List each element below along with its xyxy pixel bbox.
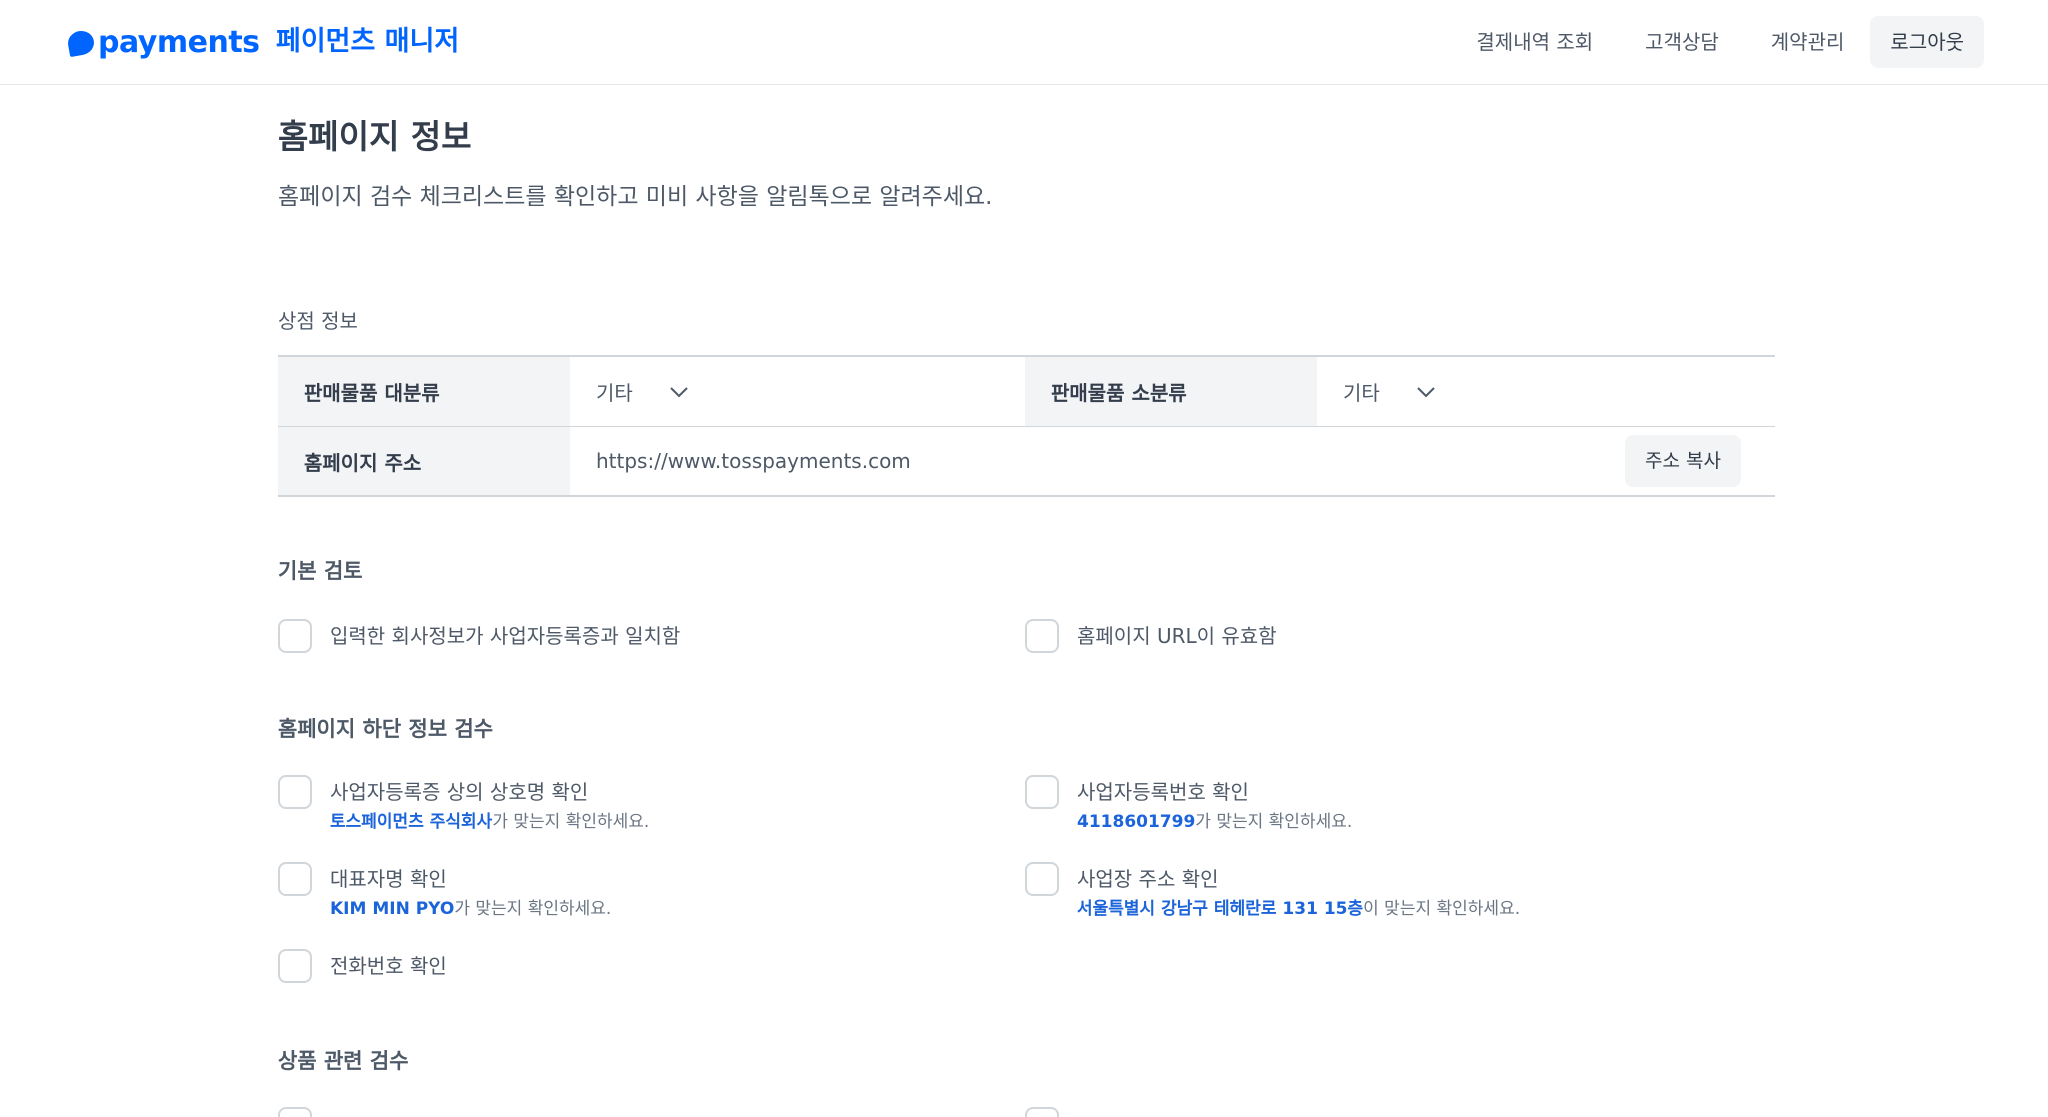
- hint-suffix: 가 맞는지 확인하세요.: [492, 812, 650, 832]
- info-row-homepage: 홈페이지 주소 https://www.tosspayments.com 주소 …: [278, 427, 1775, 497]
- basic-review-heading: 기본 검토: [278, 559, 363, 583]
- copy-address-button[interactable]: 주소 복사: [1625, 435, 1741, 487]
- app-title[interactable]: 페이먼츠 매니저: [276, 24, 459, 60]
- info-row-category: 판매물품 대분류 기타 판매물품 소분류 기타: [278, 357, 1775, 427]
- homepage-label: 홈페이지 주소: [278, 427, 570, 495]
- check-business-number[interactable]: 사업자등록번호 확인 4118601799가 맞는지 확인하세요.: [1025, 775, 1352, 835]
- check-hint: 서울특별시 강남구 테헤란로 131 15층이 맞는지 확인하세요.: [1077, 896, 1520, 922]
- check-representative-name[interactable]: 대표자명 확인 KIM MIN PYO가 맞는지 확인하세요.: [278, 862, 611, 922]
- checkbox[interactable]: [1025, 1107, 1059, 1117]
- category-minor-label: 판매물품 소분류: [1025, 357, 1317, 426]
- footer-review-heading: 홈페이지 하단 정보 검수: [278, 717, 494, 741]
- category-major-label: 판매물품 대분류: [278, 357, 570, 426]
- hint-suffix: 가 맞는지 확인하세요.: [454, 899, 612, 919]
- category-minor-select[interactable]: 기타: [1343, 377, 1436, 406]
- checkbox[interactable]: [278, 619, 312, 653]
- check-label: 전화번호 확인: [330, 954, 447, 978]
- top-header: payments 페이먼츠 매니저 결제내역 조회 고객상담 계약관리 로그아웃: [0, 0, 2048, 85]
- category-major-value: 기타: [596, 381, 633, 405]
- highlight-value: 서울특별시 강남구 테헤란로 131 15층: [1077, 899, 1364, 919]
- logo-text: payments: [98, 24, 260, 60]
- checkbox[interactable]: [278, 862, 312, 896]
- nav-payment-history[interactable]: 결제내역 조회: [1476, 16, 1593, 68]
- page-description: 홈페이지 검수 체크리스트를 확인하고 미비 사항을 알림톡으로 알려주세요.: [278, 184, 993, 210]
- highlight-value: KIM MIN PYO: [330, 899, 455, 919]
- checkbox[interactable]: [1025, 862, 1059, 896]
- store-info-table: 판매물품 대분류 기타 판매물품 소분류 기타 홈페이지 주소 https://…: [278, 355, 1775, 497]
- nav-customer-support[interactable]: 고객상담: [1645, 16, 1719, 68]
- chevron-down-icon: [670, 386, 688, 397]
- hint-suffix: 가 맞는지 확인하세요.: [1195, 812, 1353, 832]
- check-hint: KIM MIN PYO가 맞는지 확인하세요.: [330, 896, 611, 922]
- logo-mark-icon: [66, 28, 96, 58]
- category-major-cell: 기타: [570, 357, 1025, 426]
- checkbox[interactable]: [278, 775, 312, 809]
- store-info-section-label: 상점 정보: [278, 309, 358, 333]
- checkbox[interactable]: [1025, 619, 1059, 653]
- homepage-url: https://www.tosspayments.com: [596, 449, 911, 473]
- page-title: 홈페이지 정보: [278, 117, 472, 156]
- category-minor-value: 기타: [1343, 381, 1380, 405]
- check-homepage-url-valid[interactable]: 홈페이지 URL이 유효함: [1025, 619, 1277, 653]
- toss-payments-logo[interactable]: payments: [66, 24, 260, 60]
- highlight-value: 토스페이먼츠 주식회사: [330, 812, 493, 832]
- product-review-heading: 상품 관련 검수: [278, 1049, 409, 1073]
- check-business-address[interactable]: 사업장 주소 확인 서울특별시 강남구 테헤란로 131 15층이 맞는지 확인…: [1025, 862, 1520, 922]
- nav-contract-management[interactable]: 계약관리: [1771, 16, 1845, 68]
- check-label: 사업장 주소 확인: [1077, 867, 1219, 891]
- check-company-info-match[interactable]: 입력한 회사정보가 사업자등록증과 일치함: [278, 619, 680, 653]
- logout-button[interactable]: 로그아웃: [1870, 16, 1984, 68]
- category-major-select[interactable]: 기타: [596, 377, 689, 406]
- homepage-cell: https://www.tosspayments.com 주소 복사: [570, 427, 1775, 495]
- checkbox[interactable]: [1025, 775, 1059, 809]
- highlight-value: 4118601799: [1077, 812, 1196, 832]
- checkbox[interactable]: [278, 949, 312, 983]
- check-business-name[interactable]: 사업자등록증 상의 상호명 확인 토스페이먼츠 주식회사가 맞는지 확인하세요.: [278, 775, 649, 835]
- check-phone-number[interactable]: 전화번호 확인: [278, 949, 447, 983]
- check-label: 홈페이지 URL이 유효함: [1077, 624, 1277, 648]
- category-minor-cell: 기타: [1317, 357, 1436, 426]
- checkbox[interactable]: [278, 1107, 312, 1117]
- chevron-down-icon: [1417, 386, 1435, 397]
- check-product-item-2[interactable]: [1025, 1107, 1059, 1117]
- check-hint: 4118601799가 맞는지 확인하세요.: [1077, 809, 1352, 835]
- top-nav: 결제내역 조회 고객상담 계약관리 로그아웃: [1424, 16, 1984, 68]
- check-label: 입력한 회사정보가 사업자등록증과 일치함: [330, 624, 681, 648]
- check-label: 대표자명 확인: [330, 867, 447, 891]
- check-label: 사업자등록증 상의 상호명 확인: [330, 780, 589, 804]
- check-hint: 토스페이먼츠 주식회사가 맞는지 확인하세요.: [330, 809, 649, 835]
- check-label: 사업자등록번호 확인: [1077, 780, 1249, 804]
- check-product-item-1[interactable]: [278, 1107, 312, 1117]
- hint-suffix: 이 맞는지 확인하세요.: [1363, 899, 1521, 919]
